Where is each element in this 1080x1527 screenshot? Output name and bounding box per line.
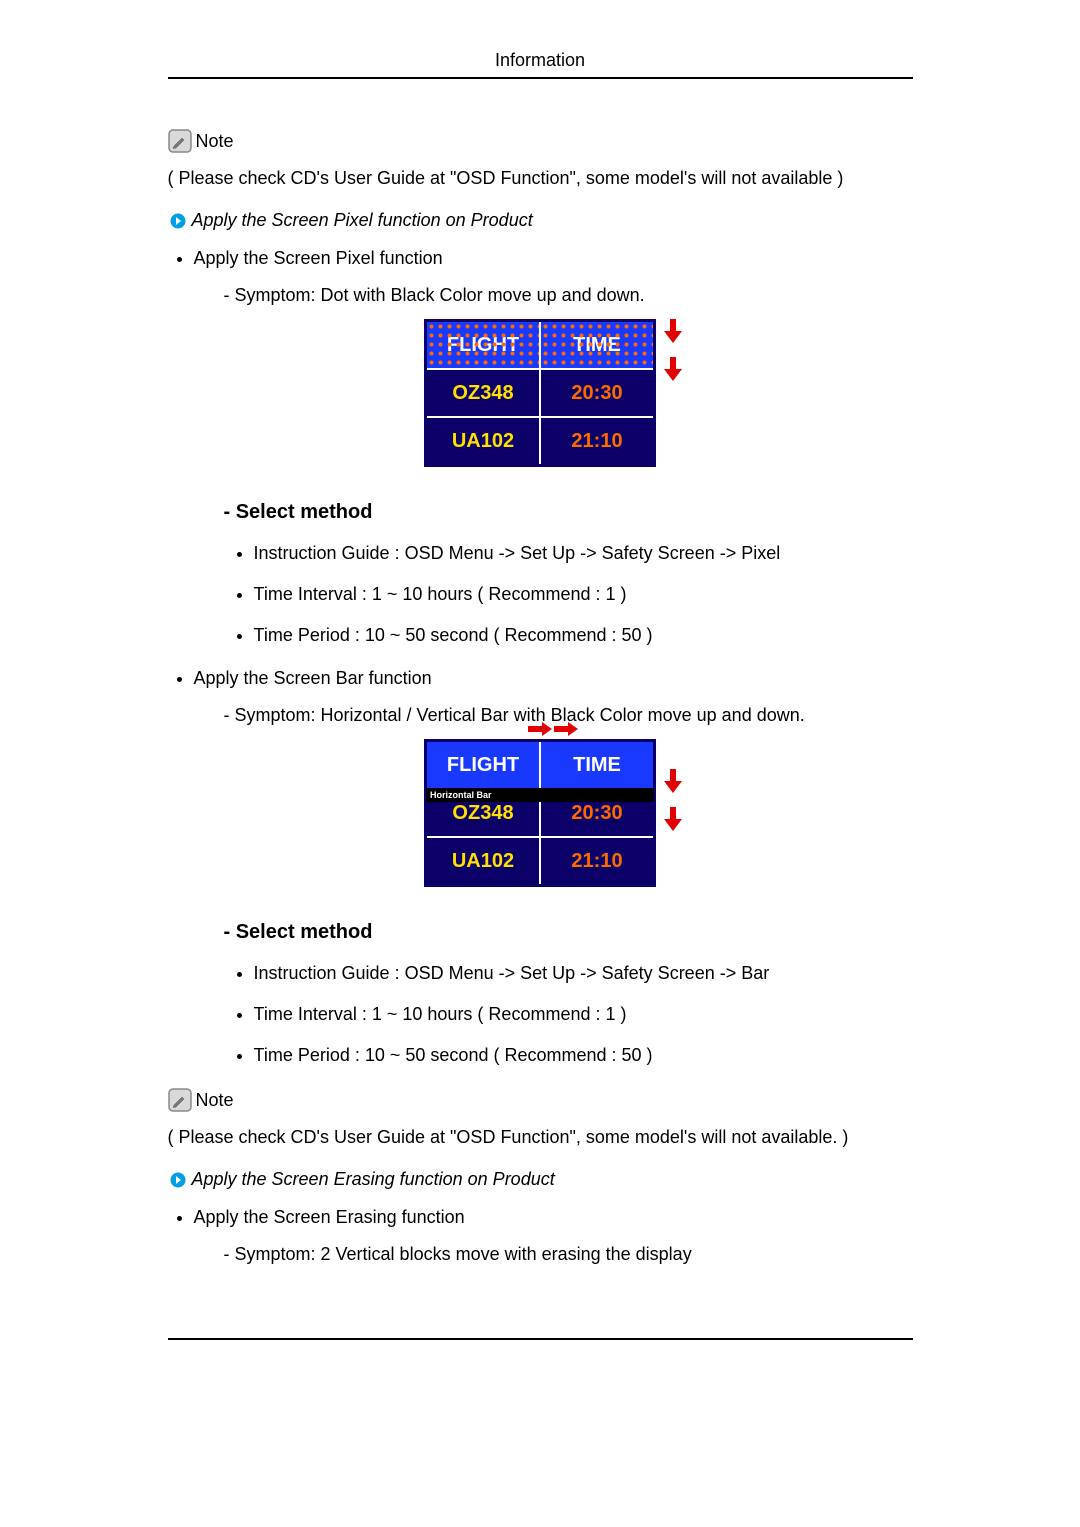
note-label: Note xyxy=(196,131,234,152)
table-header: TIME xyxy=(540,740,655,789)
list-item: Time Period : 10 ~ 50 second ( Recommend… xyxy=(254,1043,913,1068)
select-method-heading: - Select method xyxy=(224,917,913,947)
list-item: Time Interval : 1 ~ 10 hours ( Recommend… xyxy=(254,1002,913,1027)
bullet-text: Apply the Screen Bar function xyxy=(194,668,432,688)
footer-rule xyxy=(168,1338,913,1340)
h-bar-text: Horizontal Bar xyxy=(430,790,492,800)
bullet-text: Apply the Screen Erasing function xyxy=(194,1207,465,1227)
side-arrows xyxy=(664,319,682,389)
table-cell: UA102 xyxy=(426,837,541,886)
header-label: FLIGHT xyxy=(447,334,519,356)
pencil-note-icon xyxy=(168,1088,192,1112)
flight-table: FLIGHT TIME OZ348 20:30 xyxy=(424,319,656,467)
section-a-title: Apply the Screen Pixel function on Produ… xyxy=(192,210,533,231)
header-label: TIME xyxy=(573,334,621,356)
section-c-list: Apply the Screen Erasing function - Symp… xyxy=(168,1204,913,1268)
select-method-list: Instruction Guide : OSD Menu -> Set Up -… xyxy=(194,961,913,1069)
list-item: Instruction Guide : OSD Menu -> Set Up -… xyxy=(254,541,913,566)
arrow-down-icon xyxy=(664,357,682,389)
symptom-text: - Symptom: Dot with Black Color move up … xyxy=(224,282,913,309)
note-label: Note xyxy=(196,1090,234,1111)
arrow-down-icon xyxy=(664,769,682,801)
page-header: Information xyxy=(168,50,913,79)
note-heading: Note xyxy=(168,129,913,153)
arrow-right-circle-icon xyxy=(170,213,186,229)
figure-wrap: FLIGHT TIME OZ348 20:30 UA102 21:10 xyxy=(424,739,682,887)
arrow-down-icon xyxy=(664,319,682,351)
note-text: ( Please check CD's User Guide at "OSD F… xyxy=(168,165,913,192)
page-content: Information Note ( Please check CD's Use… xyxy=(168,0,913,1390)
select-method-heading: - Select method xyxy=(224,497,913,527)
list-item: Apply the Screen Erasing function - Symp… xyxy=(194,1204,913,1268)
section-a-list: Apply the Screen Pixel function - Sympto… xyxy=(168,245,913,1068)
arrow-right-circle-icon xyxy=(170,1172,186,1188)
table-cell: UA102 xyxy=(426,417,541,466)
list-item: Instruction Guide : OSD Menu -> Set Up -… xyxy=(254,961,913,986)
select-method-list: Instruction Guide : OSD Menu -> Set Up -… xyxy=(194,541,913,649)
table-cell: 20:30 xyxy=(540,369,655,417)
figure-pixel: FLIGHT TIME OZ348 20:30 xyxy=(194,319,913,467)
table-header: FLIGHT xyxy=(426,740,541,789)
bullet-text: Apply the Screen Pixel function xyxy=(194,248,443,268)
table-cell: 21:10 xyxy=(540,837,655,886)
section-c-title: Apply the Screen Erasing function on Pro… xyxy=(192,1169,555,1190)
horizontal-bar-label: Horizontal Bar xyxy=(426,788,654,802)
list-item: Apply the Screen Bar function - Symptom:… xyxy=(194,665,913,1069)
table-container: FLIGHT TIME OZ348 20:30 UA102 21:10 xyxy=(424,739,656,887)
flight-table: FLIGHT TIME OZ348 20:30 UA102 21:10 xyxy=(424,739,656,887)
side-arrows xyxy=(664,739,682,869)
list-item: Time Period : 10 ~ 50 second ( Recommend… xyxy=(254,623,913,648)
list-item: Apply the Screen Pixel function - Sympto… xyxy=(194,245,913,649)
arrow-down-icon xyxy=(664,807,682,839)
figure-wrap: FLIGHT TIME OZ348 20:30 xyxy=(424,319,682,467)
table-container: FLIGHT TIME OZ348 20:30 xyxy=(424,319,656,467)
table-cell: OZ348 xyxy=(426,369,541,417)
section-c-heading: Apply the Screen Erasing function on Pro… xyxy=(170,1169,913,1190)
table-header: TIME xyxy=(540,321,655,370)
figure-bar: FLIGHT TIME OZ348 20:30 UA102 21:10 xyxy=(194,739,913,887)
pencil-note-icon xyxy=(168,129,192,153)
page-title: Information xyxy=(495,50,585,70)
symptom-text: - Symptom: 2 Vertical blocks move with e… xyxy=(224,1241,913,1268)
list-item: Time Interval : 1 ~ 10 hours ( Recommend… xyxy=(254,582,913,607)
section-a-heading: Apply the Screen Pixel function on Produ… xyxy=(170,210,913,231)
note-heading: Note xyxy=(168,1088,913,1112)
table-cell: 21:10 xyxy=(540,417,655,466)
table-header: FLIGHT xyxy=(426,321,541,370)
note-text: ( Please check CD's User Guide at "OSD F… xyxy=(168,1124,913,1151)
